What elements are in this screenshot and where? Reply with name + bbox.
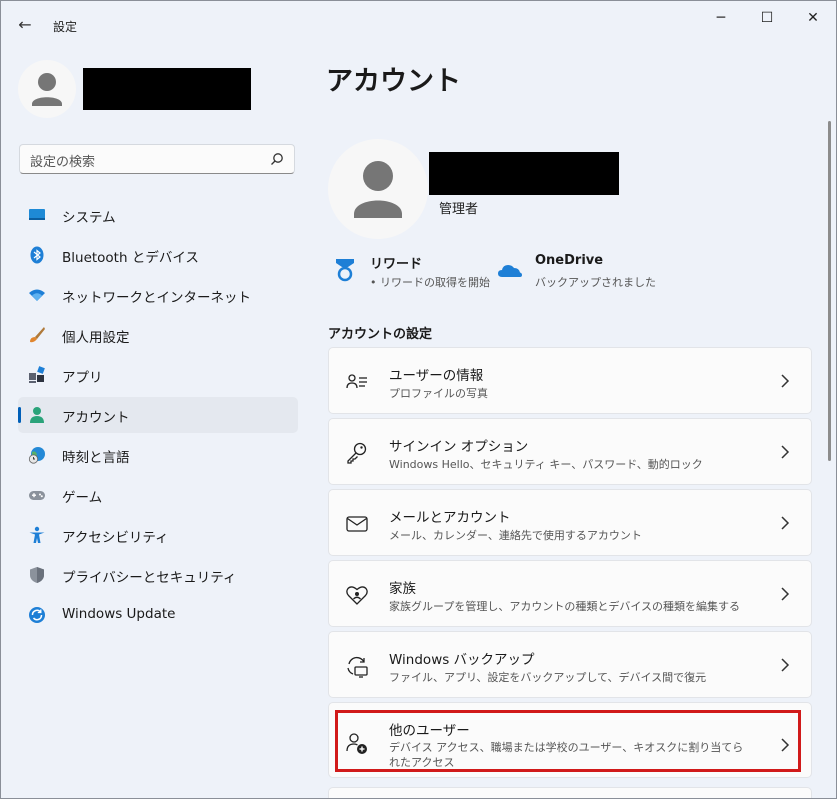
chevron-right-icon (781, 658, 790, 672)
user-info-icon (346, 374, 367, 389)
user-info-card[interactable]: ユーザーの情報 プロファイルの写真 (328, 347, 812, 414)
sidebar-item-label: Bluetooth とデバイス (62, 250, 199, 266)
onedrive-subtitle: バックアップされました (535, 276, 656, 289)
sidebar-item-time-language[interactable]: 時刻と言語 (18, 437, 298, 473)
back-button[interactable]: ← (13, 15, 37, 35)
section-title: アカウントの設定 (328, 327, 433, 342)
search-placeholder: 設定の検索 (30, 155, 96, 170)
chevron-right-icon (781, 516, 790, 530)
minimize-button[interactable]: ─ (698, 7, 744, 29)
sidebar-item-label: アカウント (62, 410, 130, 426)
window-title: 設定 (53, 20, 78, 34)
paintbrush-icon (30, 327, 45, 343)
sidebar-item-label: Windows Update (62, 606, 176, 622)
other-users-card[interactable]: 他のユーザー デバイス アクセス、職場または学校のユーザー、キオスクに割り当てら… (328, 702, 812, 778)
shield-icon (30, 567, 44, 583)
user-silhouette-icon (32, 73, 62, 106)
card-subtitle: 家族グループを管理し、アカウントの種類とデバイスの種類を編集する (389, 600, 741, 613)
redacted-profile-name (429, 152, 619, 195)
sidebar-item-label: アプリ (62, 370, 103, 386)
bluetooth-icon (30, 246, 44, 264)
account-icon (30, 407, 44, 423)
sidebar-item-accessibility[interactable]: アクセシビリティ (18, 517, 298, 553)
card-subtitle: Windows Hello、セキュリティ キー、パスワード、動的ロック (389, 458, 703, 471)
email-accounts-card[interactable]: メールとアカウント メール、カレンダー、連絡先で使用するアカウント (328, 489, 812, 556)
sidebar-item-windows-update[interactable]: Windows Update (18, 597, 298, 633)
apps-icon (29, 366, 45, 383)
card-subtitle: デバイス アクセス、職場または学校のユーザー、キオスクに割り当てられたアクセス (389, 741, 744, 769)
chevron-right-icon (781, 587, 790, 601)
backup-icon (347, 656, 368, 678)
sidebar-avatar[interactable] (18, 60, 76, 118)
family-heart-icon (346, 586, 368, 605)
onedrive-cloud-icon (498, 265, 522, 277)
sidebar-item-label: アクセシビリティ (62, 530, 169, 546)
mail-icon (346, 516, 368, 532)
wifi-icon (29, 289, 45, 301)
card-subtitle: プロファイルの写真 (389, 387, 488, 400)
sidebar-item-accounts[interactable]: アカウント (18, 397, 298, 433)
sign-in-options-card[interactable]: サインイン オプション Windows Hello、セキュリティ キー、パスワー… (328, 418, 812, 485)
sidebar-item-network[interactable]: ネットワークとインターネット (18, 277, 298, 313)
rewards-subtitle: • リワードの取得を開始 (370, 276, 490, 289)
sidebar-item-apps[interactable]: アプリ (18, 357, 298, 393)
sidebar-item-label: 個人用設定 (62, 330, 130, 346)
title-bar: ← 設定 ─ ☐ ✕ (1, 1, 836, 49)
user-silhouette-icon (354, 161, 402, 218)
sidebar-item-label: 時刻と言語 (62, 450, 130, 466)
settings-window: ← 設定 ─ ☐ ✕ 設定の検索 システム Bluetooth とデバイス ネッ… (0, 0, 837, 799)
key-icon (347, 442, 367, 464)
windows-backup-card[interactable]: Windows バックアップ ファイル、アプリ、設定をバックアップして、デバイス… (328, 631, 812, 698)
close-button[interactable]: ✕ (790, 7, 836, 29)
card-title: メールとアカウント (389, 510, 511, 526)
next-card-partial[interactable] (328, 787, 812, 798)
add-user-icon (346, 733, 367, 754)
profile-avatar[interactable] (328, 139, 428, 239)
active-indicator (18, 407, 21, 423)
card-title: ユーザーの情報 (389, 368, 484, 384)
accessibility-icon (29, 526, 45, 543)
scrollbar[interactable] (828, 121, 831, 461)
profile-role: 管理者 (439, 202, 479, 217)
card-title: 家族 (389, 581, 416, 597)
sidebar-item-label: ネットワークとインターネット (62, 290, 251, 306)
card-subtitle: メール、カレンダー、連絡先で使用するアカウント (389, 529, 642, 542)
gamepad-icon (29, 491, 45, 500)
globe-clock-icon (28, 447, 45, 464)
system-monitor-icon (29, 209, 45, 220)
card-title: Windows バックアップ (389, 652, 535, 668)
sidebar-item-privacy[interactable]: プライバシーとセキュリティ (18, 557, 298, 593)
card-title: サインイン オプション (389, 439, 529, 455)
sidebar-item-gaming[interactable]: ゲーム (18, 477, 298, 513)
card-title: 他のユーザー (389, 723, 470, 739)
sidebar-item-label: システム (62, 210, 116, 226)
family-card[interactable]: 家族 家族グループを管理し、アカウントの種類とデバイスの種類を編集する (328, 560, 812, 627)
search-input[interactable]: 設定の検索 (19, 144, 295, 174)
sidebar-item-label: プライバシーとセキュリティ (62, 570, 237, 586)
redacted-username (83, 68, 251, 110)
rewards-title: リワード (370, 257, 423, 272)
sidebar-item-bluetooth[interactable]: Bluetooth とデバイス (18, 237, 298, 273)
arrow-left-icon: ← (18, 15, 32, 34)
chevron-right-icon (781, 445, 790, 459)
sidebar-item-label: ゲーム (62, 490, 103, 506)
card-subtitle: ファイル、アプリ、設定をバックアップして、デバイス間で復元 (389, 671, 707, 684)
rewards-medal-icon (336, 259, 354, 282)
sidebar-item-personalization[interactable]: 個人用設定 (18, 317, 298, 353)
update-icon (29, 607, 45, 623)
sidebar-item-system[interactable]: システム (18, 197, 298, 233)
onedrive-title: OneDrive (535, 253, 604, 268)
chevron-right-icon (781, 374, 790, 388)
page-title: アカウント (326, 66, 461, 97)
chevron-right-icon (781, 738, 790, 752)
maximize-button[interactable]: ☐ (744, 7, 790, 29)
search-icon (271, 153, 283, 165)
